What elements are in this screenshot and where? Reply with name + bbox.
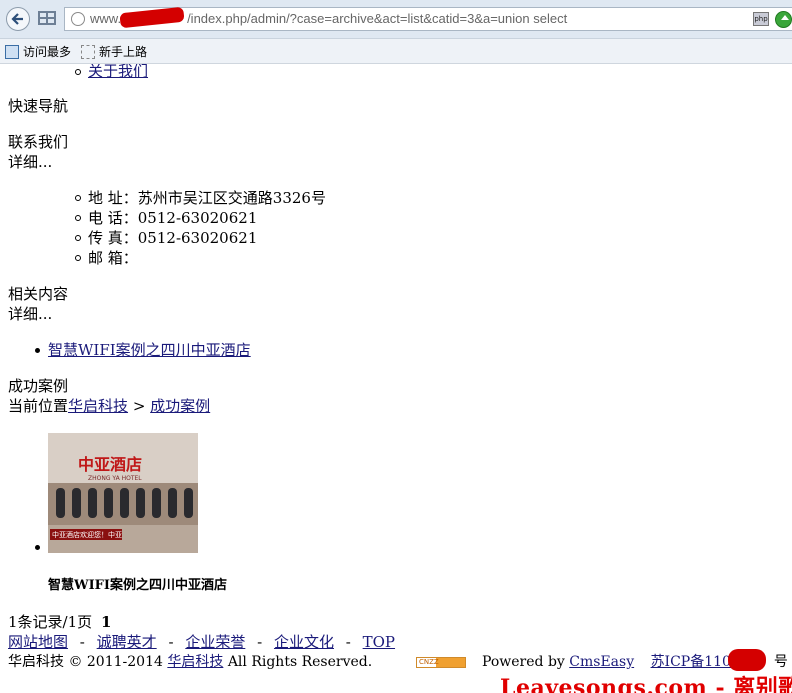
list-bullet <box>35 348 40 353</box>
footer-honors-link[interactable]: 企业荣誉 <box>185 633 245 651</box>
watermark-text: Leavesongs.com - 离别歌 <box>500 675 792 693</box>
breadcrumb-home-link[interactable]: 华启科技 <box>68 397 128 415</box>
contact-address: 地 址：苏州市吴江区交通路3326号 <box>88 189 326 207</box>
list-bullet <box>75 215 81 221</box>
cnzz-badge[interactable]: CNZZ <box>416 657 466 668</box>
about-us-link[interactable]: 关于我们 <box>88 64 148 81</box>
grid-icon <box>38 11 56 25</box>
list-bullet <box>75 235 81 241</box>
footer-company: 华启科技 <box>8 654 64 670</box>
pager: 1条记录/1页 1 <box>8 612 111 632</box>
case-caption-link[interactable]: 智慧WIFI案例之四川中亚酒店 <box>48 574 227 593</box>
bookmark-getting-started[interactable]: 新手上路 <box>81 43 147 60</box>
pager-current: 1 <box>100 613 112 631</box>
related-more: 详细... <box>8 305 53 323</box>
contact-fax: 传 真：0512-63020621 <box>88 229 258 247</box>
related-heading: 相关内容 <box>8 285 69 303</box>
powered-by-label: Powered by <box>482 654 565 670</box>
contact-heading: 联系我们 <box>8 133 69 151</box>
footer-company-link[interactable]: 华启科技 <box>167 654 223 670</box>
thumb-sign: 中亚酒店 <box>78 455 142 474</box>
pager-summary: 1条记录/1页 <box>8 613 93 631</box>
back-button[interactable] <box>6 7 30 31</box>
redaction-mark <box>728 649 766 671</box>
icp-suffix: 号 <box>773 654 788 670</box>
breadcrumb-current-link[interactable]: 成功案例 <box>150 397 210 415</box>
url-prefix: www. <box>90 11 122 26</box>
page-icon <box>81 44 95 59</box>
footer-sep: - <box>168 633 174 651</box>
app-grid-button[interactable] <box>37 9 57 27</box>
thumb-sign-sub: ZHONG YA HOTEL <box>88 475 142 482</box>
thumb-banner: 中亚酒店欢迎您！中亚 <box>52 530 122 539</box>
footer-sep: - <box>345 633 351 651</box>
quick-nav-heading: 快速导航 <box>8 97 69 115</box>
footer-top-link[interactable]: TOP <box>363 633 395 651</box>
footer-culture-link[interactable]: 企业文化 <box>274 633 334 651</box>
case-thumbnail[interactable]: 中亚酒店欢迎您！中亚 中亚酒店 ZHONG YA HOTEL <box>48 433 198 553</box>
address-bar[interactable]: www. /index.php/admin/?case=archive&act=l… <box>64 6 792 31</box>
list-bullet <box>75 195 81 201</box>
contact-phone: 电 话：0512-63020621 <box>88 209 258 227</box>
globe-icon <box>71 12 85 26</box>
bookmark-label: 访问最多 <box>23 45 72 59</box>
go-icon[interactable] <box>775 11 792 28</box>
footer-rights: All Rights Reserved. <box>227 654 373 670</box>
back-arrow-icon <box>11 13 23 25</box>
footer-sep: - <box>257 633 263 651</box>
contact-more: 详细... <box>8 153 53 171</box>
footer-years: © 2011-2014 <box>68 654 163 670</box>
related-item-link[interactable]: 智慧WIFI案例之四川中亚酒店 <box>48 340 251 360</box>
list-bullet <box>75 69 81 75</box>
footer-copyright: 华启科技 © 2011-2014 华启科技 All Rights Reserve… <box>8 652 372 672</box>
hotel-photo-image: 中亚酒店欢迎您！中亚 中亚酒店 ZHONG YA HOTEL <box>48 433 198 553</box>
bookmarks-bar: 访问最多 新手上路 <box>0 39 792 64</box>
page-content: 关于我们 快速导航 联系我们 详细... 地 址：苏州市吴江区交通路3326号 … <box>0 64 792 693</box>
breadcrumb: 当前位置华启科技 > 成功案例 <box>8 396 210 416</box>
bookmark-most-visited[interactable]: 访问最多 <box>5 43 71 60</box>
breadcrumb-separator: > <box>132 397 146 415</box>
php-icon[interactable]: php <box>753 12 769 26</box>
cmseasy-link[interactable]: CmsEasy <box>569 654 634 670</box>
list-bullet <box>35 545 40 550</box>
footer-jobs-link[interactable]: 诚聘英才 <box>97 633 157 651</box>
footer-links: 网站地图 - 诚聘英才 - 企业荣誉 - 企业文化 - TOP <box>8 632 395 652</box>
bookmark-label: 新手上路 <box>99 45 148 59</box>
list-bullet <box>75 255 81 261</box>
breadcrumb-prefix: 当前位置 <box>8 397 69 415</box>
url-path: /index.php/admin/?case=archive&act=list&… <box>187 11 568 26</box>
icp-link[interactable]: 苏ICP备1103 <box>651 654 740 670</box>
contact-email: 邮 箱： <box>88 249 138 267</box>
cases-heading: 成功案例 <box>8 377 69 395</box>
search-page-icon <box>5 44 19 59</box>
browser-toolbar: www. /index.php/admin/?case=archive&act=l… <box>0 0 792 39</box>
footer-sep: - <box>79 633 85 651</box>
footer-sitemap-link[interactable]: 网站地图 <box>8 633 68 651</box>
